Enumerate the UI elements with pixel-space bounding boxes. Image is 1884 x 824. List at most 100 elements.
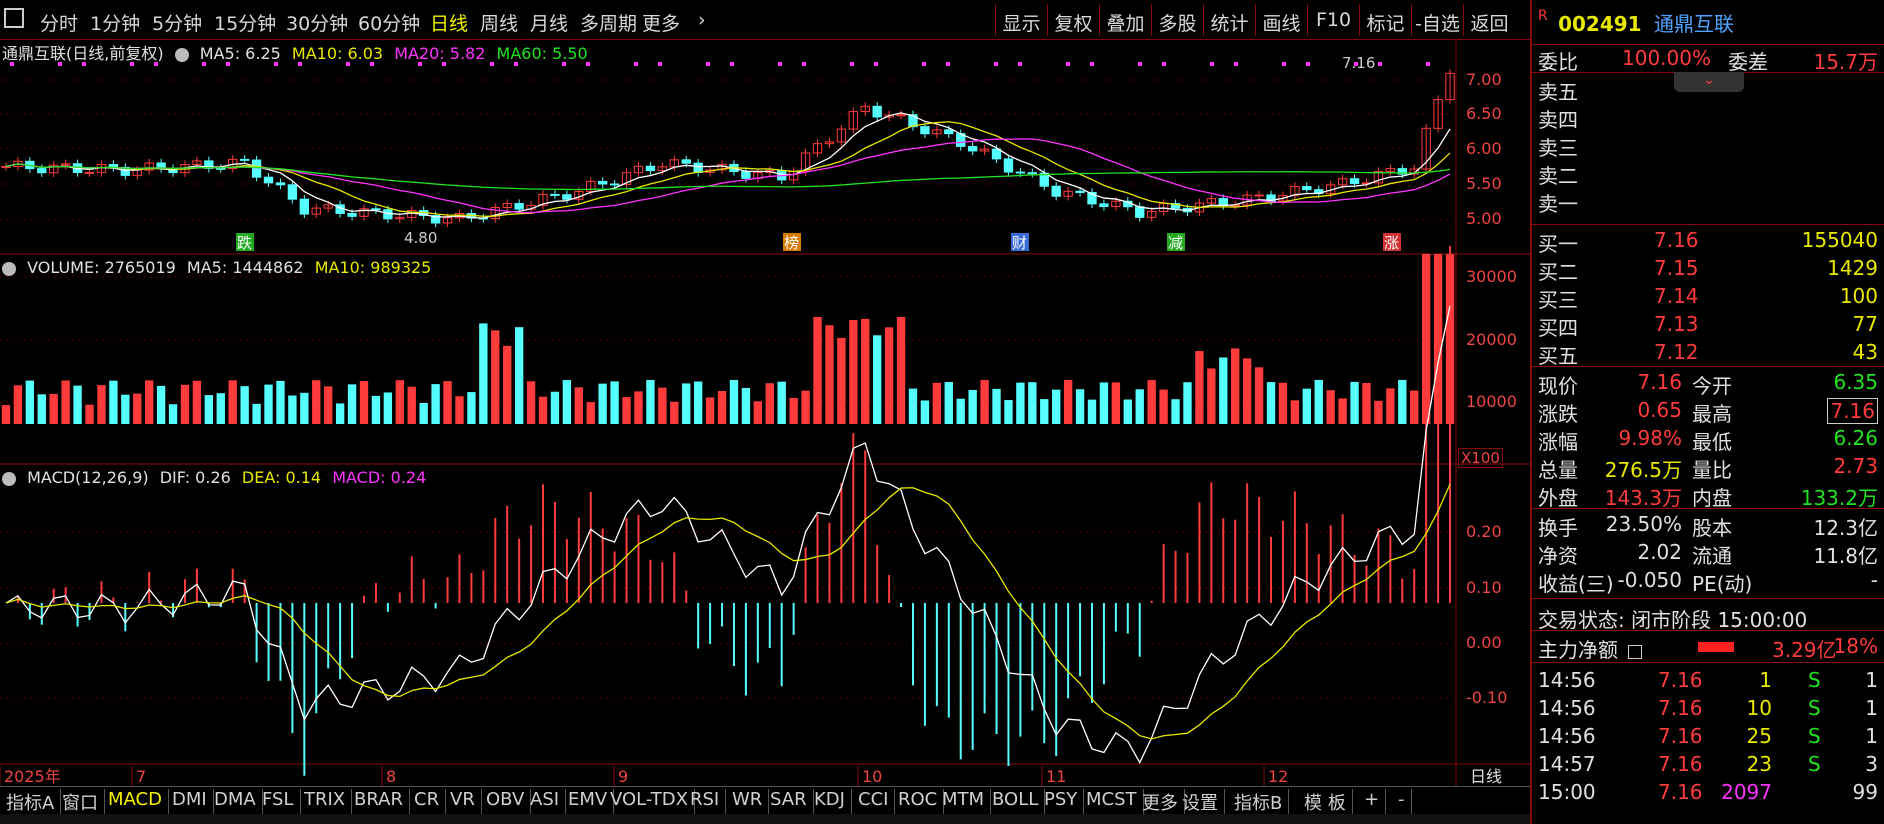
indicator-tab-3[interactable]: DMI — [166, 789, 214, 815]
kline-y-tick: 5.50 — [1466, 174, 1502, 193]
volume-unit: X100 — [1458, 448, 1503, 468]
indicator-tab-5[interactable]: FSL — [256, 789, 301, 815]
indicator-tab-21[interactable]: BOLL — [986, 789, 1046, 815]
macd-collapse-icon[interactable] — [2, 471, 16, 486]
volume-bar — [1159, 389, 1168, 424]
period-tab-0[interactable]: 分时 — [40, 9, 78, 36]
indicator-tab-28[interactable]: + — [1358, 789, 1387, 815]
volume-bar — [216, 393, 225, 424]
toolbar-button-9[interactable]: 返回 — [1463, 4, 1515, 36]
volume-bar — [240, 386, 249, 424]
tick-count: 99 — [1852, 780, 1878, 804]
volume-bar — [192, 380, 202, 424]
collapse-icon[interactable] — [174, 47, 189, 62]
toolbar-button-5[interactable]: 画线 — [1255, 4, 1307, 36]
indicator-tab-26[interactable]: 指标B — [1228, 789, 1290, 815]
indicator-tab-25[interactable]: 设置 — [1176, 789, 1225, 815]
period-tab-8[interactable]: 月线 — [530, 9, 568, 36]
toolbar-button-6[interactable]: F10 — [1307, 4, 1359, 36]
expand-chevron-icon[interactable]: ⌄ — [1674, 72, 1744, 92]
toolbar-button-8[interactable]: -自选 — [1411, 4, 1463, 36]
volume-bar — [204, 395, 214, 424]
buy-level-1: 买二 7.15 1429 — [1538, 256, 1878, 285]
period-tab-2[interactable]: 5分钟 — [152, 9, 202, 36]
volume-bar — [252, 403, 261, 424]
candle-body — [1027, 172, 1038, 175]
indicator-tab-14[interactable]: RSI — [684, 789, 727, 815]
weibi-value: 100.00% — [1622, 46, 1711, 70]
indicator-tab-6[interactable]: TRIX — [298, 789, 353, 815]
indicator-tab-4[interactable]: DMA — [208, 789, 263, 815]
period-tab-3[interactable]: 15分钟 — [214, 9, 276, 36]
toolbar-button-2[interactable]: 叠加 — [1099, 4, 1151, 36]
volume-bar — [228, 380, 237, 424]
indicator-tab-11[interactable]: ASI — [524, 789, 567, 815]
indicator-tab-2[interactable]: MACD — [102, 789, 169, 815]
indicator-tab-15[interactable]: WR — [726, 789, 770, 815]
candle-body — [84, 171, 95, 174]
period-tab-4[interactable]: 30分钟 — [286, 9, 348, 36]
toolbar-button-0[interactable]: 显示 — [995, 4, 1047, 36]
stock-name: 通鼎互联 — [1653, 12, 1734, 36]
toolbar-button-7[interactable]: 标记 — [1359, 4, 1411, 36]
volume-bar — [133, 393, 142, 424]
indicator-tab-8[interactable]: CR — [408, 789, 447, 815]
volume-bar — [526, 381, 536, 424]
indicator-tab-29[interactable]: - — [1392, 789, 1412, 815]
indicator-tab-17[interactable]: KDJ — [808, 789, 852, 815]
buy-price: 7.16 — [1654, 228, 1699, 252]
indicator-tab-22[interactable]: PSY — [1038, 789, 1085, 815]
stock-header: R 002491 通鼎互联 — [1538, 8, 1734, 37]
period-tab-9[interactable]: 多周期 — [580, 9, 637, 36]
indicator-tab-18[interactable]: CCI — [852, 789, 896, 815]
indicator-tab-27[interactable]: 模 板 — [1298, 789, 1353, 815]
volume-bar — [682, 383, 691, 424]
toolbar-button-1[interactable]: 复权 — [1047, 4, 1099, 36]
period-tab-5[interactable]: 60分钟 — [358, 9, 420, 36]
volume-bar — [956, 398, 965, 424]
indicator-tab-20[interactable]: MTM — [936, 789, 992, 815]
stock-code: 002491 — [1558, 12, 1642, 36]
stat-label: 涨幅 — [1538, 430, 1578, 454]
quote-stat2-row-2: 收益(三) -0.050 PE(动) - — [1538, 568, 1878, 597]
candle-body — [967, 145, 978, 152]
period-tab-7[interactable]: 周线 — [480, 9, 518, 36]
candle-body — [251, 159, 262, 178]
period-tab-1[interactable]: 1分钟 — [90, 9, 140, 36]
time-label: 2025年 — [4, 767, 61, 786]
candle-body — [1218, 198, 1228, 206]
indicator-tab-9[interactable]: VR — [444, 789, 482, 815]
indicator-tab-13[interactable]: VOL-TDX — [604, 789, 695, 815]
volume-bar — [324, 386, 333, 424]
indicator-tab-0[interactable]: 指标A — [0, 789, 62, 815]
indicator-tab-1[interactable]: 窗口 — [56, 789, 105, 815]
period-tab-6[interactable]: 日线 — [430, 9, 468, 36]
stat-label: 外盘 — [1538, 486, 1578, 510]
volume-bar — [180, 384, 190, 424]
toolbar-button-4[interactable]: 统计 — [1203, 4, 1255, 36]
volume-bar — [85, 404, 94, 424]
indicator-tab-7[interactable]: BRAR — [348, 789, 410, 815]
indicator-tab-23[interactable]: MCST — [1080, 789, 1144, 815]
volume-bar — [1123, 399, 1132, 424]
indicator-tab-16[interactable]: SAR — [764, 789, 814, 815]
menu-icon[interactable] — [4, 8, 24, 28]
stat-value-2: 6.35 — [1833, 370, 1878, 394]
tick-time: 15:00 — [1538, 780, 1596, 804]
volume-bar — [395, 380, 404, 424]
candle-body — [550, 193, 560, 196]
period-tab-10[interactable]: 更多 — [642, 9, 680, 36]
stat2-label: 净资 — [1538, 544, 1578, 568]
volume-bar — [1338, 398, 1347, 424]
more-chevron-icon[interactable]: › — [698, 9, 706, 31]
volume-bar — [980, 379, 989, 424]
buy-label: 买五 — [1538, 344, 1578, 368]
volume-bar — [693, 381, 703, 424]
volume-bar — [670, 401, 679, 424]
signal-dot — [634, 62, 638, 66]
kline-y-tick: 7.00 — [1466, 70, 1502, 89]
toolbar-button-3[interactable]: 多股 — [1151, 4, 1203, 36]
list-icon[interactable] — [1628, 644, 1643, 659]
signal-dot — [874, 62, 878, 66]
volume-collapse-icon[interactable] — [2, 261, 16, 276]
